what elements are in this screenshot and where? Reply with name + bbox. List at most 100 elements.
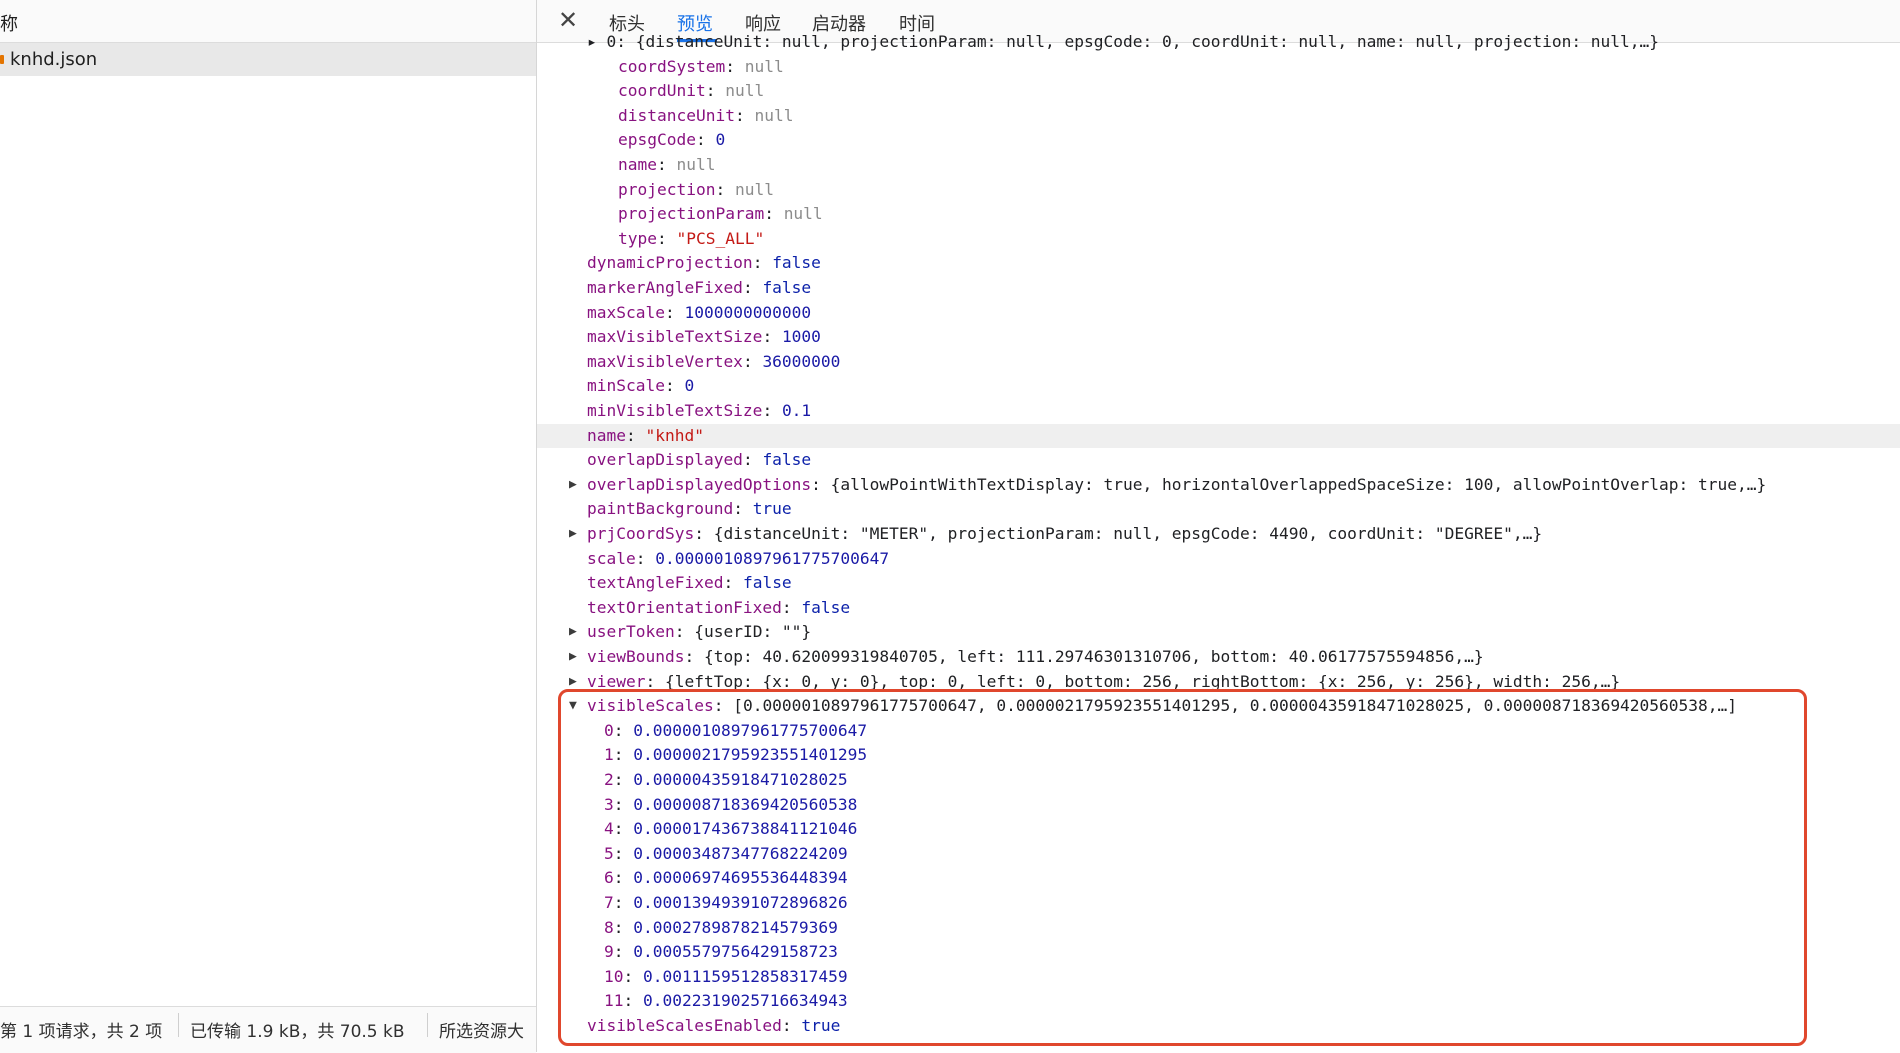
property-value: 0.00000435918471028025 [633,770,848,789]
property-key: overlapDisplayed [587,450,743,470]
property-key: 11 [604,991,624,1011]
tree-line-dynamicProjection: dynamicProjection: false [537,251,1900,275]
key-separator: : [811,474,831,494]
tree-line-visibleScalesEnabled: visibleScalesEnabled: true [537,1014,1900,1038]
tree-line-content: distanceUnit: null [618,104,793,128]
tree-line-content: name: null [618,153,715,177]
status-divider [427,1013,428,1037]
array-item: 0: 0.0000010897961775700647 [537,719,1900,743]
tree-line-content: scale: 0.000001089796177570064​7 [587,547,889,571]
property-key: 4 [604,819,614,839]
expand-arrow-icon[interactable]: ▶ [569,473,577,497]
property-key: 10 [604,966,624,986]
property-key: projection [618,179,716,199]
expand-arrow-icon[interactable]: ▶ [569,522,577,546]
key-separator: : [733,499,753,519]
expand-arrow-icon[interactable]: ▶ [569,670,577,694]
property-value: null [744,56,784,76]
array-item: 9: 0.0005579756429158723 [537,940,1900,964]
key-separator: : [713,696,734,716]
property-value: 0.000017436738841121046 [633,819,858,839]
property-key: 7 [604,893,614,912]
property-key: visibleScales [587,696,714,716]
key-separator: : [684,647,704,666]
property-value: {userID: ""} [694,622,812,642]
property-key: 8 [604,917,614,937]
key-separator: : [613,843,634,863]
key-separator: : [781,597,802,617]
property-value: 0.1 [781,401,812,420]
key-separator: : [613,770,634,789]
tree-line-visibleScales[interactable]: ▼ visibleScales: [0.000001089796177570064… [537,694,1900,718]
tree-line-name: name: null [537,153,1900,177]
key-separator: : [656,155,677,174]
tree-line-content: 11: 0.0022319025716634943 [604,989,848,1013]
tree-line-content: textAngleFixed: false [587,571,792,595]
tree-line-content: maxScale: 1000000000000 [587,301,811,325]
tree-line-content: name: "knhd" [587,424,704,448]
property-value: {allowPointWithTextDisplay: true, horizo… [830,474,1767,494]
tree-line-content: textOrientationFixed: false [587,596,850,620]
tree-line-content: 6: 0.00006974695536448394 [604,866,848,890]
tree-line-userToken[interactable]: ▶ userToken: {userID: ""} [537,620,1900,644]
property-value: 0.00013949391072896826 [633,893,848,912]
property-key: prjCoordSys [587,524,695,543]
property-value: null [725,81,765,101]
tree-line-cut: ▸ 0: {distanceUnit: null, projectionPara… [537,30,1900,54]
key-separator: : [705,81,726,101]
property-key: 9 [604,942,614,962]
tree-line-content: dynamicProjection: false [587,251,821,275]
key-separator: : [723,573,743,593]
property-value: null [783,204,823,224]
tree-line-viewBounds[interactable]: ▶ viewBounds: {top: 40.620099319840705, l… [537,645,1900,669]
key-separator: : [725,56,745,76]
property-key: viewBounds [587,647,685,666]
json-file-icon [0,55,4,64]
property-value: 1000 [781,327,821,347]
name-column-header[interactable]: 称 [0,0,536,43]
key-separator: : [613,720,634,740]
property-key: name [618,155,657,174]
property-key: epsgCode [618,130,696,150]
key-separator: : [613,942,634,962]
key-separator: : [715,179,735,199]
key-separator: : [742,351,763,371]
property-key: distanceUnit [618,105,735,125]
tree-line-viewer[interactable]: ▶ viewer: {leftTop: {x: 0, y: 0}, top: 0,… [537,670,1900,694]
tree-line-epsgCode: epsgCode: 0 [537,128,1900,152]
property-value: false [801,597,851,617]
property-value: 0.0002789878214579369 [633,917,838,937]
status-divider [178,1013,179,1037]
key-separator: : [742,450,763,470]
property-key: projectionParam [618,204,765,224]
tree-line-minVisibleTextSize: minVisibleTextSize: 0.1 [537,399,1900,423]
property-key: type [618,228,657,248]
tree-line-content: 4: 0.000017436738841121046 [604,817,857,841]
tree-line-content: projection: null [618,178,774,202]
key-separator: : [734,105,755,125]
property-value: false [762,450,812,470]
array-item: 3: 0.0000087183694205605​38 [537,793,1900,817]
tree-line-overlapDisplayed: overlapDisplayed: false [537,448,1900,472]
property-key: userToken [587,622,675,642]
collapse-arrow-icon[interactable]: ▼ [569,694,577,718]
property-value: 0.0005579756429158723 [633,942,838,962]
expand-arrow-icon[interactable]: ▶ [569,645,577,669]
key-separator: : [764,204,784,224]
key-separator: : [625,425,646,445]
tree-line-prjCoordSys[interactable]: ▶ prjCoordSys: {distanceUnit: "METER", pr… [537,522,1900,546]
property-key: 1 [604,745,614,765]
tree-line-content: 2: 0.00000435918471028025 [604,768,848,792]
key-separator: : [613,794,634,814]
truncated-line-text: ▸ 0: {distanceUnit: null, projectionPara… [587,32,1660,51]
tree-line-overlapDisplayedOptions[interactable]: ▶ overlapDisplayedOptions: {allowPointWit… [537,473,1900,497]
property-key: scale [587,548,636,568]
tree-line-content: minScale: 0 [587,374,694,398]
expand-arrow-icon[interactable]: ▶ [569,620,577,644]
property-key: paintBackground [587,499,734,519]
close-icon[interactable]: ✕ [557,8,579,32]
array-item: 10: 0.0011159512858317459 [537,965,1900,989]
tree-line-distanceUnit: distanceUnit: null [537,104,1900,128]
request-row-knhd[interactable]: knhd.json [0,43,536,76]
property-value: 0.0000087183694205605​38 [633,794,858,814]
